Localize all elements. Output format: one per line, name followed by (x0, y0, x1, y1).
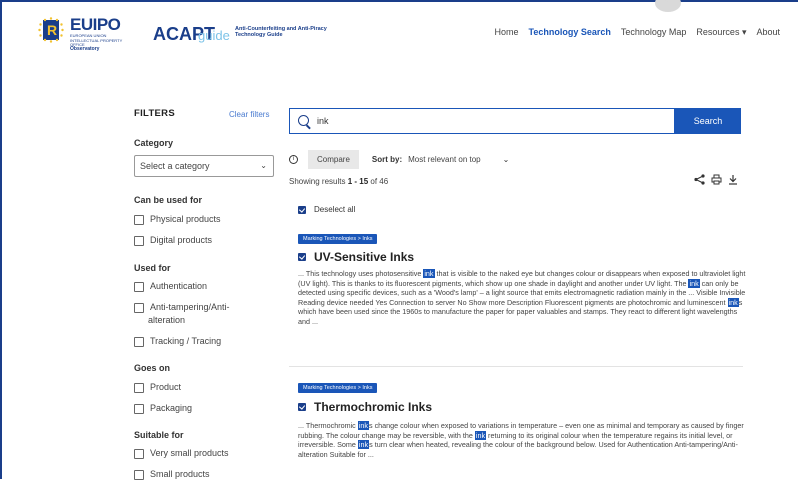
chevron-down-icon: ⌄ (260, 161, 267, 170)
filter-option-product[interactable]: Product (134, 382, 181, 393)
filter-option-physical-products[interactable]: Physical products (134, 214, 221, 225)
results-toolbar: i Compare Sort by: Most relevant on top … (289, 150, 509, 169)
search-highlight: ink (357, 421, 369, 430)
filters-panel: FILTERS Clear filters Category Select a … (134, 108, 276, 480)
filter-option-label: Physical products (150, 214, 221, 224)
logo-wordmark: EUIPO (70, 15, 121, 34)
share-icon[interactable] (694, 174, 705, 185)
filter-option-authentication[interactable]: Authentication (134, 281, 207, 292)
result-checkbox[interactable] (298, 253, 306, 261)
search-highlight: ink (474, 430, 487, 440)
filter-option-small[interactable]: Small products (134, 469, 210, 480)
filter-group-label: Used for (134, 263, 171, 273)
checkbox[interactable] (134, 303, 144, 313)
svg-text:R: R (47, 22, 57, 38)
filter-option-label: Anti-tampering/Anti- (150, 302, 230, 312)
filter-option-label: alteration (148, 315, 186, 325)
filter-option-label: Packaging (150, 403, 193, 413)
search-input-value: ink (317, 116, 329, 126)
result-title-text: Thermochromic Inks (314, 400, 433, 414)
search-highlight: ink (423, 269, 435, 278)
results-tools (694, 174, 738, 185)
nav-about[interactable]: About (756, 27, 780, 38)
category-select-value: Select a category (140, 161, 210, 171)
acapt-guide: guide (198, 28, 230, 43)
search-highlight: ink (727, 297, 739, 307)
results-count-suffix: of 46 (368, 177, 389, 186)
info-icon[interactable]: i (289, 155, 298, 164)
filter-option-label: Product (150, 382, 182, 392)
category-label: Category (134, 138, 174, 148)
sort-by-label: Sort by: (371, 155, 403, 164)
window-left-border (0, 0, 2, 479)
euipo-emblem-icon: R (38, 17, 64, 43)
search-icon (298, 115, 309, 126)
download-icon[interactable] (728, 174, 738, 185)
result-title[interactable]: Thermochromic Inks (298, 400, 432, 414)
result-description: ... This technology uses photosensitive … (298, 269, 748, 327)
result-description: ... Thermochromic inks change colour whe… (298, 421, 748, 459)
main-nav: Home Technology Search Technology Map Re… (495, 27, 781, 38)
checkbox[interactable] (134, 449, 144, 459)
deselect-all[interactable]: Deselect all (298, 205, 355, 214)
deselect-all-checkbox[interactable] (298, 205, 306, 214)
results-count-range: 1 - 15 (347, 177, 369, 186)
chevron-down-icon[interactable]: ⌄ (503, 155, 510, 164)
deselect-all-label: Deselect all (314, 205, 356, 214)
sort-select[interactable]: Most relevant on top (408, 155, 480, 164)
search-highlight: ink (688, 278, 700, 288)
checkbox[interactable] (134, 282, 144, 292)
filter-option-label: Authentication (150, 281, 208, 291)
compare-button[interactable]: Compare (308, 150, 359, 169)
checkbox[interactable] (134, 236, 144, 246)
desc-text: ... This technology uses photosensitive (298, 269, 424, 278)
checkbox[interactable] (134, 383, 144, 393)
print-icon[interactable] (711, 174, 722, 185)
results-count-prefix: Showing results (289, 177, 348, 186)
site-header: R EUIPO EUROPEAN UNION INTELLECTUAL PROP… (0, 0, 798, 70)
filter-option-anti-tampering[interactable]: Anti-tampering/Anti- (134, 302, 230, 313)
search-button[interactable]: Search (675, 108, 741, 134)
nav-resources[interactable]: Resources ▾ (696, 27, 746, 38)
filter-option-tracking[interactable]: Tracking / Tracing (134, 336, 221, 347)
search-highlight: ink (357, 440, 370, 450)
checkbox[interactable] (134, 404, 144, 414)
result-title-text: UV-Sensitive Inks (314, 250, 415, 264)
result-title[interactable]: UV-Sensitive Inks (298, 250, 414, 264)
results-count: Showing results 1 - 15 of 46 (289, 177, 388, 186)
filter-option-packaging[interactable]: Packaging (134, 403, 192, 414)
filter-option-label: Tracking / Tracing (150, 336, 222, 346)
filter-group-label: Goes on (134, 363, 171, 373)
filter-option-anti-tampering-cont: alteration (148, 315, 185, 325)
checkbox[interactable] (134, 337, 144, 347)
nav-technology-search[interactable]: Technology Search (529, 27, 611, 38)
filter-option-label: Small products (150, 469, 210, 479)
euipo-logo[interactable]: R EUIPO EUROPEAN UNION INTELLECTUAL PROP… (38, 15, 138, 52)
clear-filters-link[interactable]: Clear filters (229, 110, 269, 119)
nav-technology-map[interactable]: Technology Map (621, 27, 687, 38)
result-category-tag[interactable]: Marking Technologies > Inks (298, 383, 378, 393)
filter-option-label: Digital products (150, 235, 213, 245)
result-divider (289, 366, 743, 367)
filter-option-very-small[interactable]: Very small products (134, 448, 229, 459)
filter-group-label: Can be used for (134, 195, 203, 205)
filter-option-label: Very small products (150, 448, 229, 458)
filter-option-digital-products[interactable]: Digital products (134, 235, 212, 246)
category-select[interactable]: Select a category ⌄ (134, 155, 274, 177)
logo-observatory: Observatory (70, 46, 100, 52)
filter-group-label: Suitable for (134, 430, 184, 440)
result-checkbox[interactable] (298, 403, 306, 411)
result-category-tag[interactable]: Marking Technologies > Inks (298, 234, 378, 244)
search-input[interactable]: ink (289, 108, 675, 134)
desc-text: ... Thermochromic (298, 421, 358, 430)
checkbox[interactable] (134, 215, 144, 225)
acapt-subtitle: Anti-Counterfeiting and Anti-Piracy Tech… (235, 26, 327, 38)
nav-home[interactable]: Home (495, 27, 519, 38)
